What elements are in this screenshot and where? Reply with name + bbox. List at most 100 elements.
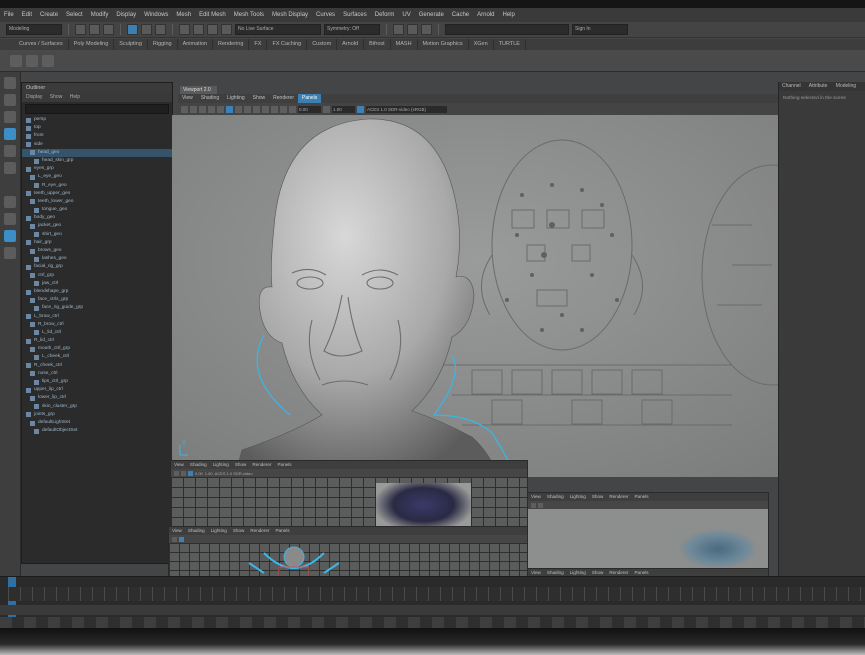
viewport-menu-panels[interactable]: Panels [298,94,322,103]
sign-in-field[interactable]: Sign In [572,24,628,35]
grid-icon[interactable] [181,470,186,476]
outliner-menu-display[interactable]: Display [26,94,42,100]
tab-channel[interactable]: Channel [782,83,801,89]
snap-curve-icon[interactable] [193,24,204,35]
outliner-menu-help[interactable]: Help [70,94,80,100]
shelf-tab[interactable]: XGen [469,39,494,50]
time-slider[interactable] [0,576,865,628]
perspective-viewport[interactable]: Y [172,115,778,477]
layout-single-icon[interactable] [4,196,16,208]
menu-file[interactable]: File [0,12,18,18]
outliner-row[interactable]: jaw_ctrl [22,280,172,288]
ambient-occlusion-icon[interactable] [271,105,278,113]
color-space-dropdown[interactable]: ACES 1.0 SDR-video (sRGB) [366,105,447,113]
outliner-row[interactable]: side [22,141,172,149]
isolate-select-icon[interactable] [280,105,287,113]
wireframe-icon[interactable] [226,105,233,113]
viewport-tab[interactable]: Viewport 2.0 [180,86,217,94]
outliner-row[interactable]: joints_grp [22,411,172,419]
ipr-render-icon[interactable] [407,24,418,35]
outliner-row[interactable]: defaultObjectSet [22,427,172,435]
panel-menu-view[interactable]: View [171,461,187,469]
lasso-tool-icon[interactable] [4,94,16,106]
shelf-tab[interactable]: TURTLE [494,39,526,50]
symmetry-field[interactable]: Symmetry: Off [324,24,380,35]
outliner-row[interactable]: lower_lip_ctrl [22,394,172,402]
textured-icon[interactable] [244,105,251,113]
panel-menu-shading[interactable]: Shading [185,527,208,535]
render-icon[interactable] [393,24,404,35]
outliner-row[interactable]: teeth_lower_geo [22,198,172,206]
panel-menu-renderer[interactable]: Renderer [249,461,274,469]
outliner-row[interactable]: head_geo [22,148,172,157]
outliner-menu-show[interactable]: Show [50,94,63,100]
lights-icon[interactable] [253,105,260,113]
viewport-menu-renderer[interactable]: Renderer [269,94,298,103]
outliner-row[interactable]: body_geo [22,214,172,222]
menu-cache[interactable]: Cache [448,12,473,18]
outliner-row[interactable]: R_eye_geo [22,182,172,190]
new-scene-icon[interactable] [75,24,86,35]
smooth-shade-icon[interactable] [235,105,242,113]
select-tool-icon[interactable] [4,77,16,89]
menu-edit-mesh[interactable]: Edit Mesh [195,12,230,18]
panel-menu-renderer[interactable]: Renderer [247,527,272,535]
camera-icon[interactable] [174,470,179,476]
shelf-tab[interactable]: MASH [391,39,418,50]
outliner-row[interactable]: ctrl_grp [22,272,172,280]
shelf-tab[interactable]: Sculpting [114,39,148,50]
outliner-row[interactable]: tongue_geo [22,206,172,214]
outliner-row[interactable]: upper_lip_ctrl [22,386,172,394]
panel-menu-panels[interactable]: Panels [272,527,292,535]
snap-point-icon[interactable] [207,24,218,35]
shelf-tab[interactable]: Bifrost [364,39,391,50]
panel-color-space[interactable]: ACES 1.0 SDR-video [215,471,253,476]
viewport-menu-lighting[interactable]: Lighting [223,94,249,103]
menu-windows[interactable]: Windows [140,12,172,18]
outliner-row[interactable]: teeth_upper_geo [22,190,172,198]
menu-deform[interactable]: Deform [371,12,399,18]
menu-modify[interactable]: Modify [87,12,113,18]
select-hierarchy-icon[interactable] [127,24,138,35]
panel-menu-renderer[interactable]: Renderer [606,493,631,501]
select-object-icon[interactable] [141,24,152,35]
command-input[interactable] [445,24,569,35]
menu-create[interactable]: Create [36,12,62,18]
menu-mesh-tools[interactable]: Mesh Tools [230,12,268,18]
outliner-row[interactable]: L_eye_geo [22,173,172,181]
outliner-row[interactable]: R_lid_ctrl [22,337,172,345]
panel-menu-shading[interactable]: Shading [544,493,567,501]
paint-select-icon[interactable] [4,111,16,123]
shelf-tab[interactable]: Rigging [148,39,178,50]
camera-icon[interactable] [172,536,177,542]
outliner-row[interactable]: nose_ctrl [22,370,172,378]
exposure-field[interactable]: 0.00 [298,105,321,113]
grid-icon[interactable] [538,502,543,508]
live-surface-field[interactable]: No Live Surface [235,24,321,35]
tab-attribute[interactable]: Attribute [809,83,828,89]
select-component-icon[interactable] [155,24,166,35]
viewport-menu-show[interactable]: Show [249,94,270,103]
panel-gamma-value[interactable]: 1.00 [205,471,213,476]
panel-menu-shading[interactable]: Shading [187,461,210,469]
panel-menu-panels[interactable]: Panels [631,493,651,501]
snap-view-icon[interactable] [221,24,232,35]
shelf-tool-icon[interactable] [42,54,54,67]
shelf-tab[interactable]: Animation [178,39,214,50]
outliner-row[interactable]: jacket_geo [22,222,172,230]
wireframe-icon[interactable] [179,536,184,542]
panel-menu-show[interactable]: Show [589,493,607,501]
shelf-tab[interactable]: Rendering [213,39,250,50]
mode-selector[interactable]: Modeling [6,24,62,35]
viewport-menu-shading[interactable]: Shading [197,94,223,103]
outliner-row[interactable]: lashes_geo [22,255,172,263]
shelf-tab[interactable]: Motion Graphics [418,39,469,50]
menu-help[interactable]: Help [498,12,518,18]
timeline-ruler[interactable] [8,587,865,601]
panel-menu-lighting[interactable]: Lighting [567,493,589,501]
outliner-row[interactable]: face_rig_guide_grp [22,304,172,312]
camera-icon[interactable] [531,502,536,508]
panel-menu-lighting[interactable]: Lighting [210,461,232,469]
outliner-row[interactable]: mouth_ctrl_grp [22,345,172,353]
panel-menu-view[interactable]: View [528,493,544,501]
